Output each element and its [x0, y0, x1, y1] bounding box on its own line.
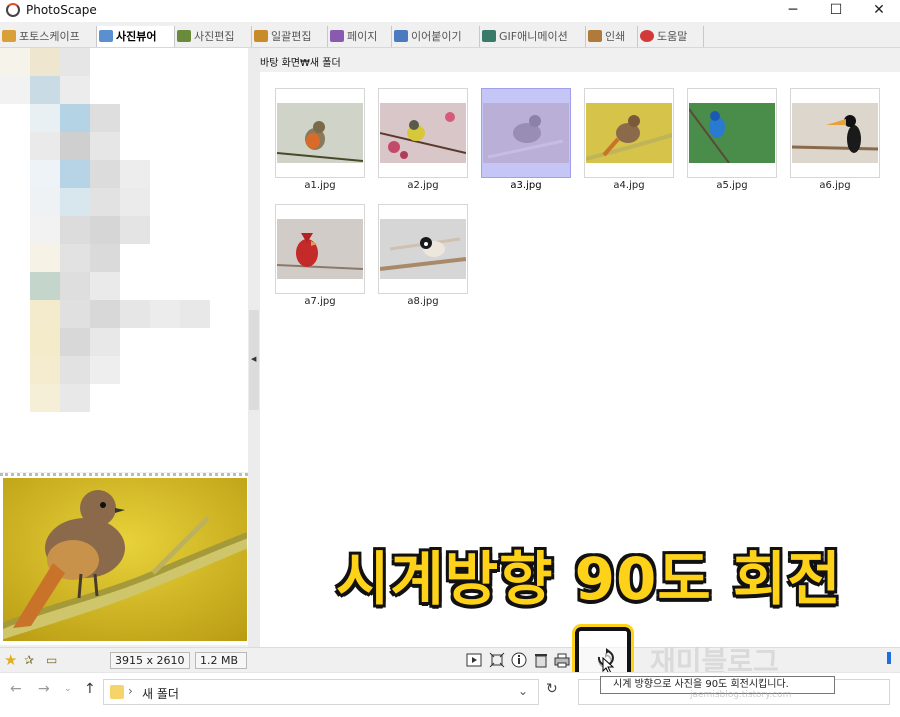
- image-dimensions: 3915 x 2610: [110, 652, 190, 669]
- thumbnail-label: a3.jpg: [510, 180, 542, 191]
- chevron-down-icon[interactable]: ⌄: [518, 684, 528, 698]
- thumbnail-a6[interactable]: [790, 88, 880, 178]
- thumbnail-a3-selected[interactable]: [481, 88, 571, 178]
- watermark-url: jaemisblog.tistory.com: [690, 690, 792, 700]
- print-icon[interactable]: [554, 652, 570, 668]
- window-title: PhotoScape: [26, 3, 97, 17]
- image-filesize: 1.2 MB: [195, 652, 247, 669]
- thumbnail-a7[interactable]: [275, 204, 365, 294]
- current-path: 바탕 화면₩새 폴더: [260, 58, 341, 69]
- thumbnail-a5[interactable]: [687, 88, 777, 178]
- history-dropdown-icon[interactable]: ⌄: [64, 684, 72, 694]
- tab-batch[interactable]: 일괄편집: [252, 26, 328, 47]
- folder-icon: [110, 685, 124, 699]
- thumbnail-a4[interactable]: [584, 88, 674, 178]
- stars-rating-icon[interactable]: ✰: [24, 652, 40, 668]
- tab-help[interactable]: 도움말: [638, 26, 704, 47]
- thumbnail-label: a2.jpg: [407, 180, 439, 191]
- print-tab-icon: [588, 30, 602, 42]
- thumbnail-a2[interactable]: [378, 88, 468, 178]
- tab-print[interactable]: 인쇄: [586, 26, 638, 47]
- up-arrow-icon[interactable]: ↑: [84, 681, 96, 697]
- thumbnail-label: a7.jpg: [304, 296, 336, 307]
- close-button[interactable]: ✕: [856, 0, 900, 22]
- thumbnail-label: a1.jpg: [304, 180, 336, 191]
- forward-arrow-icon[interactable]: →: [38, 681, 50, 697]
- tab-page[interactable]: 페이지: [328, 26, 392, 47]
- editor-tab-icon: [177, 30, 191, 42]
- gif-tab-icon: [482, 30, 496, 42]
- help-tab-icon: [640, 30, 654, 42]
- open-folder-icon[interactable]: ▭: [46, 652, 62, 668]
- main-tabs: 포토스케이프 사진뷰어 사진편집 일괄편집 페이지 이어붙이기 GIF애니메이션…: [0, 26, 900, 48]
- thumbnail-label: a8.jpg: [407, 296, 439, 307]
- slideshow-icon[interactable]: [466, 652, 482, 668]
- photoscape-logo-icon: [6, 3, 20, 17]
- preview-image: [3, 478, 247, 641]
- batch-tab-icon: [254, 30, 268, 42]
- tab-viewer[interactable]: 사진뷰어: [97, 26, 175, 47]
- delete-icon[interactable]: [533, 652, 549, 668]
- tab-combine[interactable]: 이어붙이기: [392, 26, 480, 47]
- refresh-icon[interactable]: ↻: [546, 681, 558, 697]
- maximize-button[interactable]: ☐: [813, 0, 859, 22]
- folder-tree[interactable]: [0, 48, 248, 472]
- breadcrumb-separator: ›: [128, 684, 133, 698]
- star-icon[interactable]: ★: [4, 652, 20, 668]
- collapse-left-arrow-icon[interactable]: ◀: [251, 355, 256, 363]
- address-bar[interactable]: › 새 폴더 ⌄: [103, 679, 539, 705]
- address-text: 새 폴더: [142, 687, 179, 701]
- combine-tab-icon: [394, 30, 408, 42]
- thumbnail-label: a6.jpg: [819, 180, 851, 191]
- minimize-button[interactable]: ─: [770, 0, 816, 22]
- rotate-caption: 시계방향 90도 회전: [335, 544, 843, 615]
- zoom-slider-thumb[interactable]: [887, 652, 891, 664]
- photoscape-tab-icon: [2, 30, 16, 42]
- viewer-tab-icon: [99, 30, 113, 42]
- thumbnail-label: a4.jpg: [613, 180, 645, 191]
- photoscape-window: PhotoScape ─ ☐ ✕ 포토스케이프 사진뷰어 사진편집 일괄편집 페…: [0, 0, 900, 717]
- back-arrow-icon[interactable]: ←: [10, 681, 22, 697]
- page-tab-icon: [330, 30, 344, 42]
- fullscreen-icon[interactable]: [489, 652, 505, 668]
- title-bar: PhotoScape ─ ☐ ✕: [0, 0, 900, 22]
- tab-gif[interactable]: GIF애니메이션: [480, 26, 586, 47]
- thumbnail-label: a5.jpg: [716, 180, 748, 191]
- thumbnail-a8[interactable]: [378, 204, 468, 294]
- thumbnail-a1[interactable]: [275, 88, 365, 178]
- info-icon[interactable]: [511, 652, 527, 668]
- tab-editor[interactable]: 사진편집: [175, 26, 252, 47]
- tab-photoscape[interactable]: 포토스케이프: [0, 26, 97, 47]
